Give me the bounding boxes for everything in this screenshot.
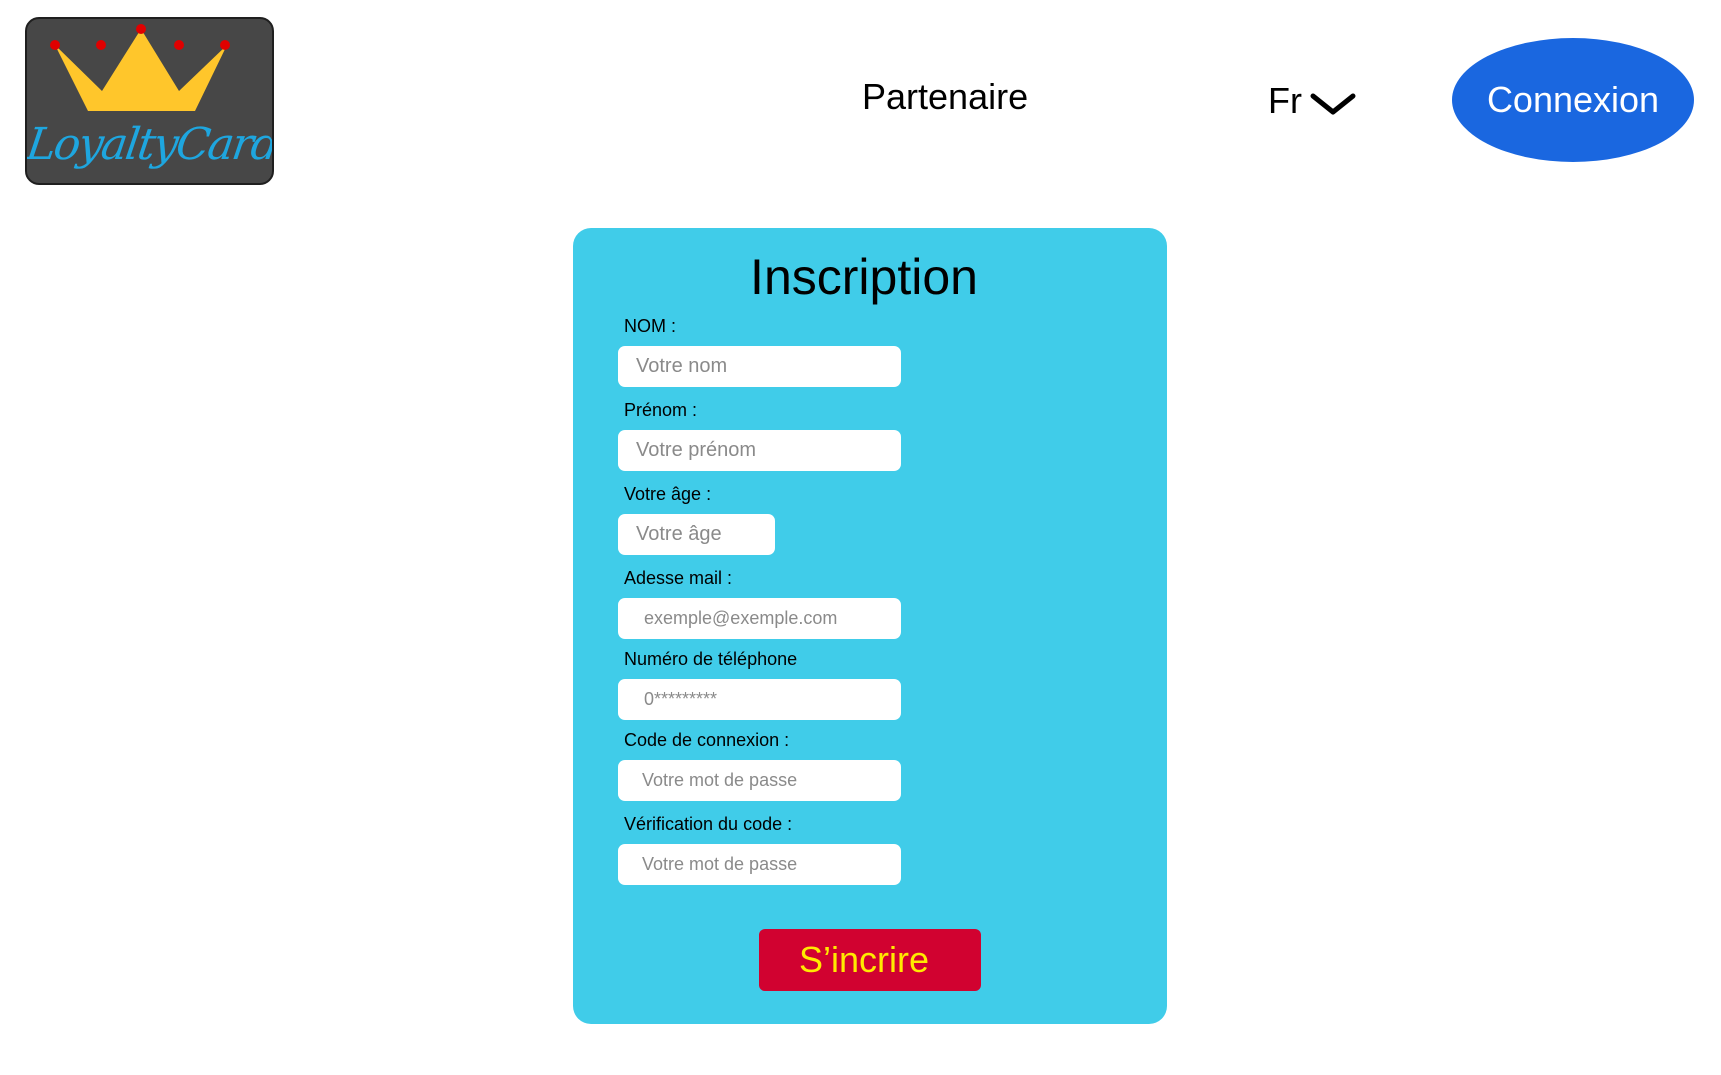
age-label: Votre âge : [624, 484, 712, 504]
email-input[interactable] [618, 598, 901, 639]
form-title: Inscription [750, 249, 978, 305]
prenom-input[interactable] [618, 430, 901, 471]
email-label: Adesse mail : [624, 568, 733, 588]
code-verification-input[interactable] [618, 844, 901, 885]
code-verification-label: Vérification du code : [624, 814, 793, 834]
code-input[interactable] [618, 760, 901, 801]
language-label: Fr [1268, 80, 1302, 121]
age-input[interactable] [618, 514, 775, 555]
language-selector[interactable]: Fr [1268, 80, 1356, 122]
logo-text: LoyaltyCard [25, 119, 274, 170]
nom-label: NOM : [624, 316, 676, 336]
loyaltycard-logo[interactable]: LoyaltyCard [25, 17, 274, 185]
connexion-button[interactable]: Connexion [1452, 38, 1694, 162]
page: LoyaltyCard Partenaire Fr Connexion Insc… [0, 0, 1721, 1075]
phone-label: Numéro de téléphone [624, 649, 798, 669]
code-label: Code de connexion : [624, 730, 790, 750]
chevron-down-icon [1310, 93, 1356, 115]
sinscrire-button[interactable]: S’incrire [759, 929, 981, 991]
registration-form: Inscription NOM : Prénom : Votre âge : A… [573, 228, 1167, 1024]
phone-input[interactable] [618, 679, 901, 720]
nom-input[interactable] [618, 346, 901, 387]
prenom-label: Prénom : [624, 400, 698, 420]
nav-link-partenaire[interactable]: Partenaire [862, 76, 1028, 118]
